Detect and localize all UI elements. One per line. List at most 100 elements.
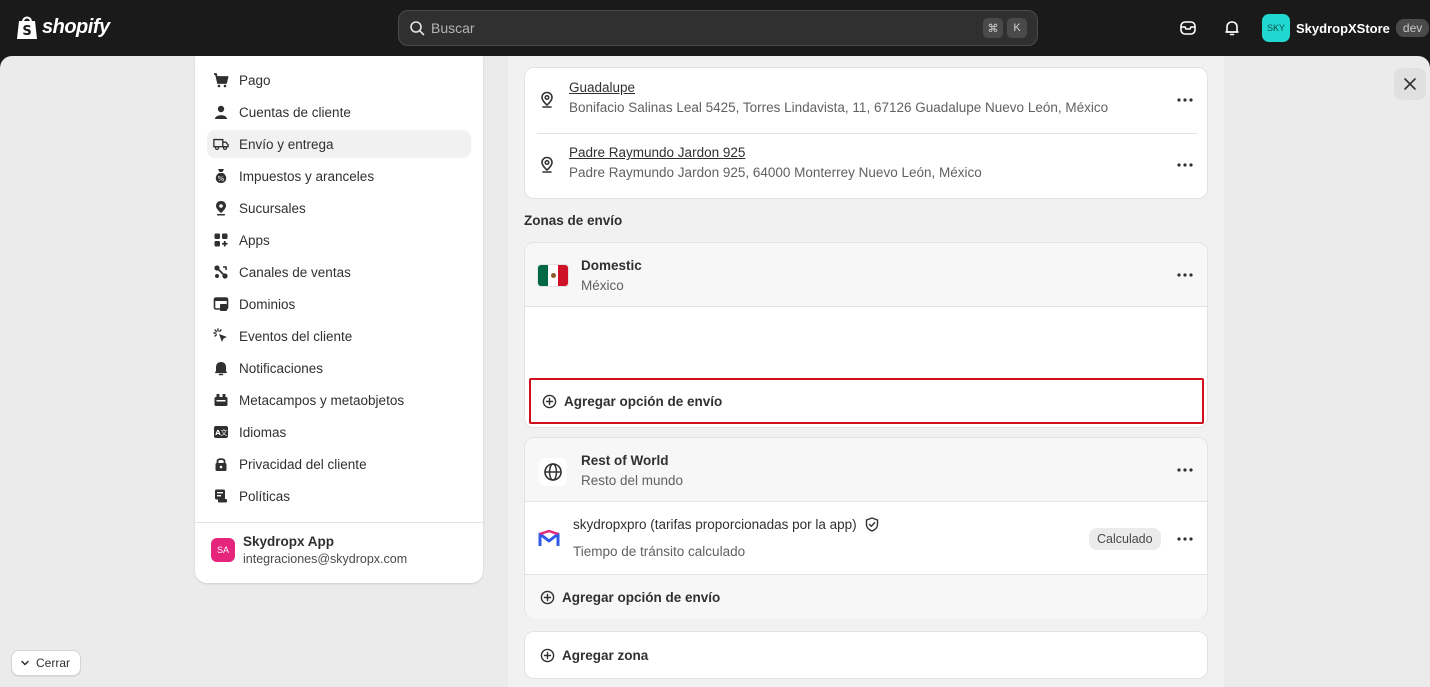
location-icon [213, 200, 229, 216]
store-switcher[interactable]: SKY SkydropXStore dev [1262, 14, 1430, 42]
app-email: integraciones@skydropx.com [243, 552, 408, 566]
sidebar-item-impuestos[interactable]: % Impuestos y aranceles [207, 162, 471, 190]
rate-menu-button[interactable] [1173, 527, 1197, 551]
plus-circle-icon [539, 647, 555, 663]
more-dots-icon [1177, 98, 1193, 102]
pages-icon [213, 56, 229, 61]
add-shipping-option-button[interactable]: Agregar opción de envío [529, 378, 1204, 424]
zone-card-rest-of-world: Rest of World Resto del mundo skydropxpr… [524, 437, 1208, 619]
inbox-button[interactable] [1176, 16, 1200, 40]
sidebar-item-label: Envío y entrega [239, 136, 334, 152]
add-zone-button[interactable]: Agregar zona [529, 632, 829, 678]
globe-icon [539, 458, 567, 486]
domains-icon [213, 296, 229, 312]
more-dots-icon [1177, 273, 1193, 277]
add-shipping-option-label: Agregar opción de envío [564, 393, 723, 409]
zone-header: Rest of World Resto del mundo [525, 438, 1207, 502]
add-zone-label: Agregar zona [562, 647, 649, 663]
location-menu-button[interactable] [1173, 88, 1197, 112]
search-input[interactable] [431, 20, 979, 36]
svg-text:%: % [218, 175, 225, 183]
sidebar-item-privacidad[interactable]: Privacidad del cliente [207, 450, 471, 478]
tax-icon: % [213, 168, 229, 184]
sidebar-item-label: Dominios [239, 296, 296, 312]
collapse-close-button[interactable]: Cerrar [11, 650, 82, 676]
svg-text:S: S [22, 24, 31, 39]
sidebar-item-idiomas[interactable]: A文 Idiomas [207, 418, 471, 446]
zone-footer: Agregar opción de envío [525, 575, 1207, 619]
sidebar-item-label: Notificaciones [239, 360, 324, 376]
shopify-logo[interactable]: S shopify [16, 14, 110, 40]
shipping-rate-row: skydropxpro (tarifas proporcionadas por … [525, 503, 1207, 575]
sidebar-item-dominios[interactable]: Dominios [207, 290, 471, 318]
chevron-down-icon [21, 660, 29, 666]
sidebar-item-pages-partial[interactable] [207, 56, 471, 63]
settings-sidebar: Pago Cuentas de cliente Envío y entrega … [195, 56, 483, 583]
close-settings-button[interactable] [1394, 68, 1426, 100]
cart-icon [213, 72, 229, 88]
sidebar-item-cuentas[interactable]: Cuentas de cliente [207, 98, 471, 126]
sidebar-item-label: Impuestos y aranceles [239, 168, 375, 184]
locations-card: Guadalupe Bonifacio Salinas Leal 5425, T… [524, 67, 1208, 199]
sidebar-item-label: Apps [239, 232, 270, 248]
person-icon [213, 104, 229, 120]
rate-title: skydropxpro (tarifas proporcionadas por … [573, 517, 879, 532]
shopify-bag-icon: S [17, 16, 37, 39]
plus-circle-icon [541, 393, 557, 409]
zone-name: Domestic [581, 258, 642, 273]
location-name-link[interactable]: Guadalupe [569, 80, 1108, 95]
sidebar-item-politicas[interactable]: Políticas [207, 482, 471, 510]
rate-title-text: skydropxpro (tarifas proporcionadas por … [573, 517, 857, 532]
sidebar-item-canales[interactable]: Canales de ventas [207, 258, 471, 286]
shortcut-cmd-key: ⌘ [983, 18, 1003, 38]
zone-card-domestic: Domestic México Agregar opción de envío [524, 242, 1208, 428]
add-shipping-option-button[interactable]: Agregar opción de envío [529, 575, 829, 619]
notifications-button[interactable] [1220, 16, 1244, 40]
sidebar-item-eventos[interactable]: Eventos del cliente [207, 322, 471, 350]
sidebar-item-label: Idiomas [239, 424, 287, 440]
location-address: Padre Raymundo Jardon 925, 64000 Monterr… [569, 165, 982, 180]
lock-icon [213, 456, 229, 472]
zone-region: Resto del mundo [581, 473, 684, 488]
location-row: Guadalupe Bonifacio Salinas Leal 5425, T… [537, 76, 1197, 115]
app-name: Skydropx App [243, 534, 335, 549]
location-name-link[interactable]: Padre Raymundo Jardon 925 [569, 145, 982, 160]
zone-menu-button[interactable] [1173, 263, 1197, 287]
sidebar-item-envio[interactable]: Envío y entrega [207, 130, 471, 158]
settings-backdrop: Pago Cuentas de cliente Envío y entrega … [0, 56, 1430, 687]
sidebar-item-metacampos[interactable]: Metacampos y metaobjetos [207, 386, 471, 414]
sidebar-item-pago[interactable]: Pago [207, 66, 471, 94]
zone-menu-button[interactable] [1173, 458, 1197, 482]
more-dots-icon [1177, 537, 1193, 541]
truck-icon [213, 136, 229, 152]
location-menu-button[interactable] [1173, 153, 1197, 177]
close-label: Cerrar [36, 656, 71, 670]
zone-name: Rest of World [581, 453, 669, 468]
sidebar-item-apps[interactable]: Apps [207, 226, 471, 254]
app-account[interactable]: SA Skydropx App integraciones@skydropx.c… [211, 534, 407, 566]
inbox-icon [1180, 21, 1196, 35]
brand-name: shopify [42, 15, 110, 38]
sidebar-item-sucursales[interactable]: Sucursales [207, 194, 471, 222]
policies-icon [213, 488, 229, 504]
plus-circle-icon [539, 589, 555, 605]
dev-badge: dev [1395, 19, 1430, 37]
cursor-icon [213, 328, 229, 344]
metafields-icon [213, 392, 229, 408]
location-pin-icon [537, 155, 557, 175]
location-address: Bonifacio Salinas Leal 5425, Torres Lind… [569, 100, 1109, 115]
sidebar-item-label: Eventos del cliente [239, 328, 353, 344]
channels-icon [213, 264, 229, 280]
sidebar-item-notificaciones[interactable]: Notificaciones [207, 354, 471, 382]
card-divider [537, 133, 1197, 134]
shipping-settings-panel: Guadalupe Bonifacio Salinas Leal 5425, T… [508, 56, 1224, 687]
sidebar-item-label: Pago [239, 72, 271, 88]
language-icon: A文 [213, 424, 229, 440]
search-bar[interactable]: ⌘ K [398, 10, 1038, 46]
more-dots-icon [1177, 468, 1193, 472]
store-avatar: SKY [1262, 14, 1290, 42]
close-icon [1404, 78, 1416, 90]
zone-header: Domestic México [525, 243, 1207, 307]
sidebar-divider [195, 522, 483, 523]
sidebar-item-label: Privacidad del cliente [239, 456, 367, 472]
